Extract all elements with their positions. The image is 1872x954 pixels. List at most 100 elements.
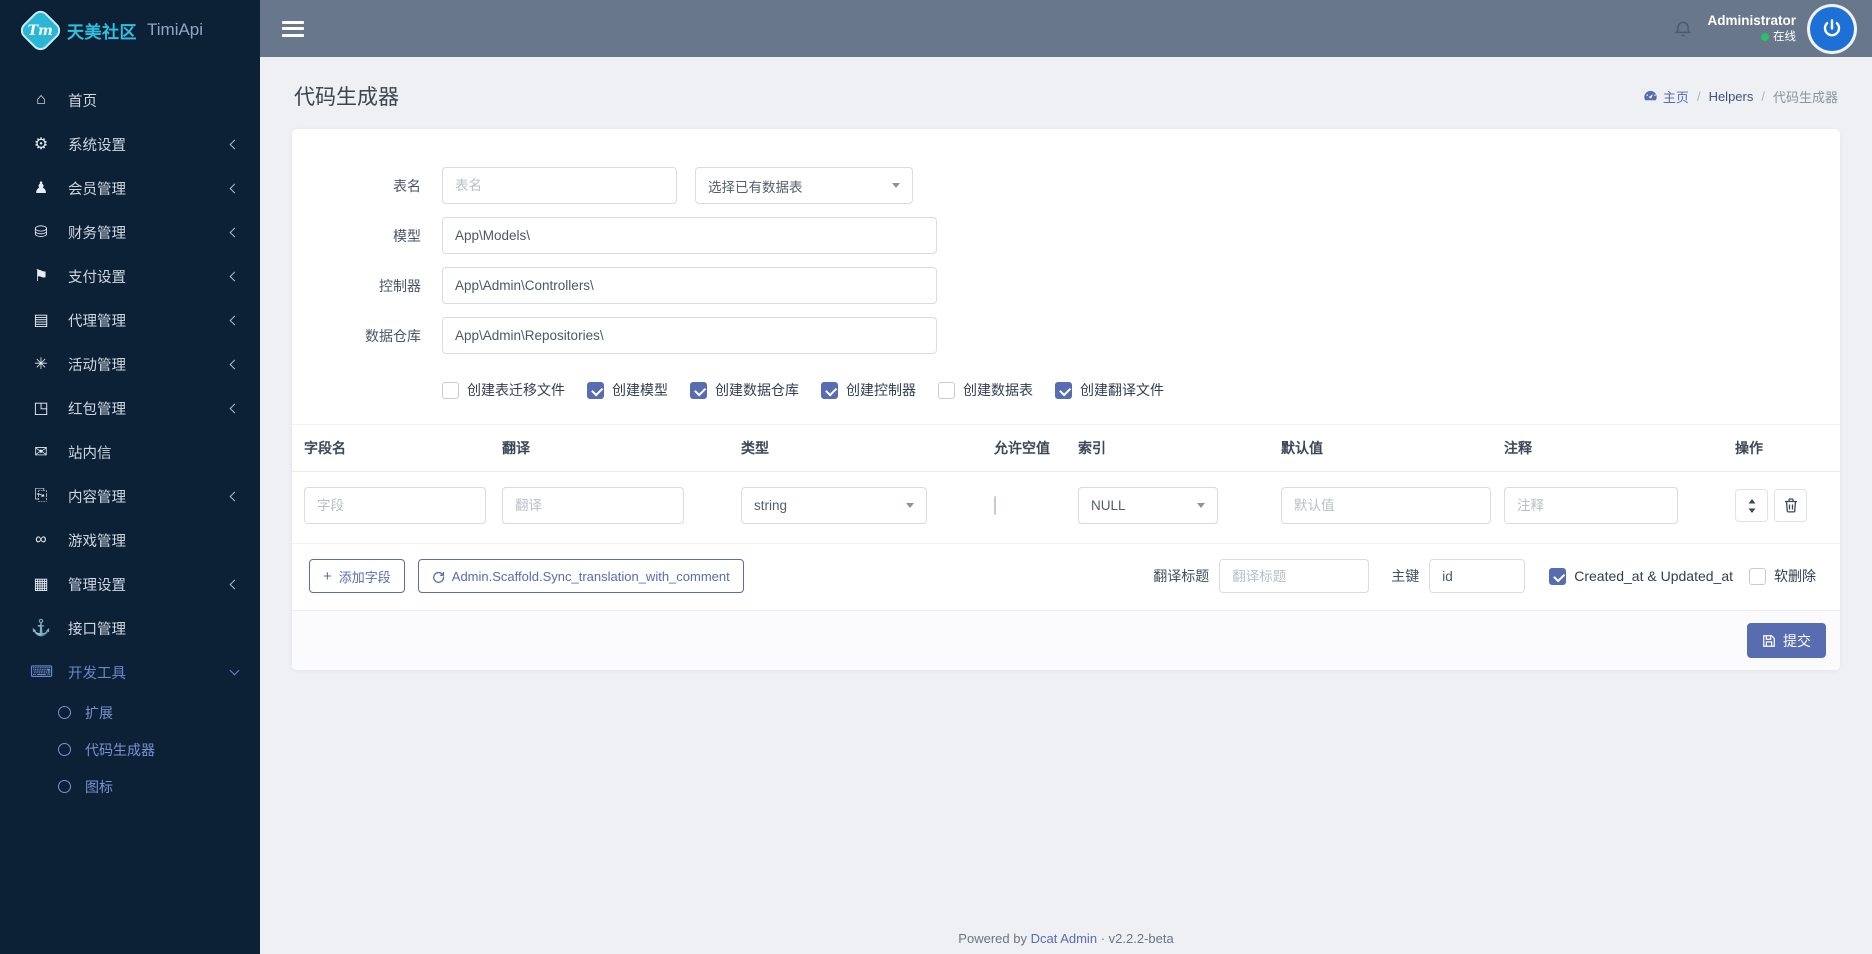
asterisk-icon: ✳ [34,356,48,373]
column-header-default: 默认值 [1281,440,1323,456]
sidebar-item-icons[interactable]: 图标 [0,768,260,805]
model-row: 模型 [292,217,1840,254]
field-type-select[interactable]: string [741,487,927,524]
checkbox-icon[interactable] [1055,381,1072,399]
chevron-left-icon [229,491,240,501]
sidebar-item-api[interactable]: ⚓ 接口管理 [0,606,260,650]
checkbox-icon[interactable] [938,381,955,399]
trash-icon [1784,498,1797,513]
sidebar-item-admin-settings[interactable]: ▦ 管理设置 [0,562,260,606]
brand-name: 天美社区 [67,22,137,42]
option-create-repository[interactable]: 创建数据仓库 [690,380,799,400]
brand-logo[interactable]: Tm 天美社区 TimiApi [0,0,260,60]
sync-icon [432,571,444,583]
sidebar-item-payment-settings[interactable]: ⚑ 支付设置 [0,254,260,298]
chevron-left-icon [229,227,240,237]
sidebar-item-dev-tools[interactable]: ⌨ 开发工具 [0,650,260,694]
power-icon [1823,18,1841,36]
checkbox-icon[interactable] [1749,567,1766,585]
sidebar-item-code-generator[interactable]: 代码生成器 [0,731,260,768]
repository-input[interactable] [442,317,937,354]
sidebar-item-finance[interactable]: ⛁ 财务管理 [0,210,260,254]
sidebar-toggle-button[interactable] [282,17,304,40]
sidebar-item-agents[interactable]: ▤ 代理管理 [0,298,260,342]
table-name-input[interactable] [442,167,677,204]
sidebar-item-system-settings[interactable]: ⚙ 系统设置 [0,122,260,166]
sidebar: Tm 天美社区 TimiApi ⌂ 首页 ⚙ 系统设置 ♟ 会员管理 ⛁ 财务管… [0,0,260,954]
sidebar-item-games[interactable]: ∞ 游戏管理 [0,518,260,562]
checkbox-icon[interactable] [821,381,838,399]
anchor-icon: ⚓ [31,620,51,637]
sidebar-nav: ⌂ 首页 ⚙ 系统设置 ♟ 会员管理 ⛁ 财务管理 ⚑ 支付设置 ▤ 代理管理 [0,78,260,805]
controller-input[interactable] [442,267,937,304]
sync-translation-button[interactable]: Admin.Scaffold.Sync_translation_with_com… [417,559,744,593]
keyboard-icon: ⌨ [30,664,54,681]
add-field-button[interactable]: + 添加字段 [309,559,405,593]
circle-icon [58,706,71,719]
table-toolbar: + 添加字段 Admin.Scaffold.Sync_translation_w… [292,544,1840,610]
fields-table-header: 字段名 翻译 类型 允许空值 索引 默认值 注释 操作 [292,424,1840,472]
notifications-bell-icon[interactable] [1673,19,1693,39]
nullable-checkbox[interactable] [994,495,996,515]
generate-options: 创建表迁移文件 创建模型 创建数据仓库 创建控制器 创建数据表 创建翻译文件 [442,380,1840,400]
sidebar-item-site-mail[interactable]: ✉ 站内信 [0,430,260,474]
field-translation-input[interactable] [502,487,684,524]
checkbox-icon[interactable] [442,381,459,399]
dcat-admin-link[interactable]: Dcat Admin [1031,931,1097,946]
option-create-migration[interactable]: 创建表迁移文件 [442,380,565,400]
sidebar-item-extensions[interactable]: 扩展 [0,694,260,731]
option-create-controller[interactable]: 创建控制器 [821,380,916,400]
chevron-down-icon [892,183,900,188]
online-status-text: 在线 [1773,30,1796,43]
field-index-select[interactable]: NULL [1078,487,1218,524]
move-row-button[interactable] [1735,489,1768,523]
option-create-translation[interactable]: 创建翻译文件 [1055,380,1164,400]
avatar[interactable] [1810,6,1854,51]
delete-row-button[interactable] [1774,488,1807,522]
column-header-comment: 注释 [1504,440,1532,456]
translation-title-input[interactable] [1219,559,1370,593]
breadcrumb-helpers-link[interactable]: Helpers [1709,89,1754,104]
sidebar-item-red-packets[interactable]: ◳ 红包管理 [0,386,260,430]
breadcrumb-home-link[interactable]: 主页 [1643,87,1689,106]
submit-button[interactable]: 提交 [1747,623,1826,658]
table-name-label: 表名 [393,177,421,194]
column-header-nullable: 允许空值 [994,440,1050,456]
model-input[interactable] [442,217,937,254]
repository-label: 数据仓库 [365,327,421,344]
sidebar-item-home[interactable]: ⌂ 首页 [0,78,260,122]
sidebar-item-content[interactable]: ⎘ 内容管理 [0,474,260,518]
option-create-model[interactable]: 创建模型 [587,380,668,400]
code-generator-card: 表名 选择已有数据表 模型 控制器 数据仓库 [292,129,1840,670]
chevron-left-icon [229,315,240,325]
save-icon [1763,634,1775,647]
online-status-icon [1761,32,1769,41]
checkbox-icon[interactable] [690,381,707,399]
checkbox-icon[interactable] [587,381,604,399]
gamepad-icon: ∞ [35,531,47,548]
dashboard-icon [1644,90,1657,100]
sidebar-item-members[interactable]: ♟ 会员管理 [0,166,260,210]
existing-table-select[interactable]: 选择已有数据表 [695,167,913,204]
checkbox-icon[interactable] [1549,567,1567,585]
table-name-row: 表名 选择已有数据表 [292,167,1840,204]
soft-delete-option[interactable]: 软删除 [1749,566,1816,586]
primary-key-input[interactable] [1429,559,1526,593]
plus-icon: + [323,567,332,585]
user-icon: ♟ [33,180,49,197]
column-header-type: 类型 [741,440,769,456]
option-create-table[interactable]: 创建数据表 [938,380,1033,400]
chevron-down-icon [1197,503,1205,508]
version-text: v2.2.2-beta [1108,931,1174,946]
timestamps-option[interactable]: Created_at & Updated_at [1549,567,1733,585]
sidebar-item-activities[interactable]: ✳ 活动管理 [0,342,260,386]
controller-row: 控制器 [292,267,1840,304]
chevron-left-icon [229,271,240,281]
breadcrumb: 主页 / Helpers / 代码生成器 [1643,87,1838,106]
model-label: 模型 [393,227,421,244]
field-default-input[interactable] [1281,487,1491,524]
user-menu[interactable]: Administrator 在线 [1707,13,1796,44]
field-comment-input[interactable] [1504,487,1678,524]
page-header: 代码生成器 主页 / Helpers / 代码生成器 [260,57,1872,129]
field-name-input[interactable] [304,487,486,524]
